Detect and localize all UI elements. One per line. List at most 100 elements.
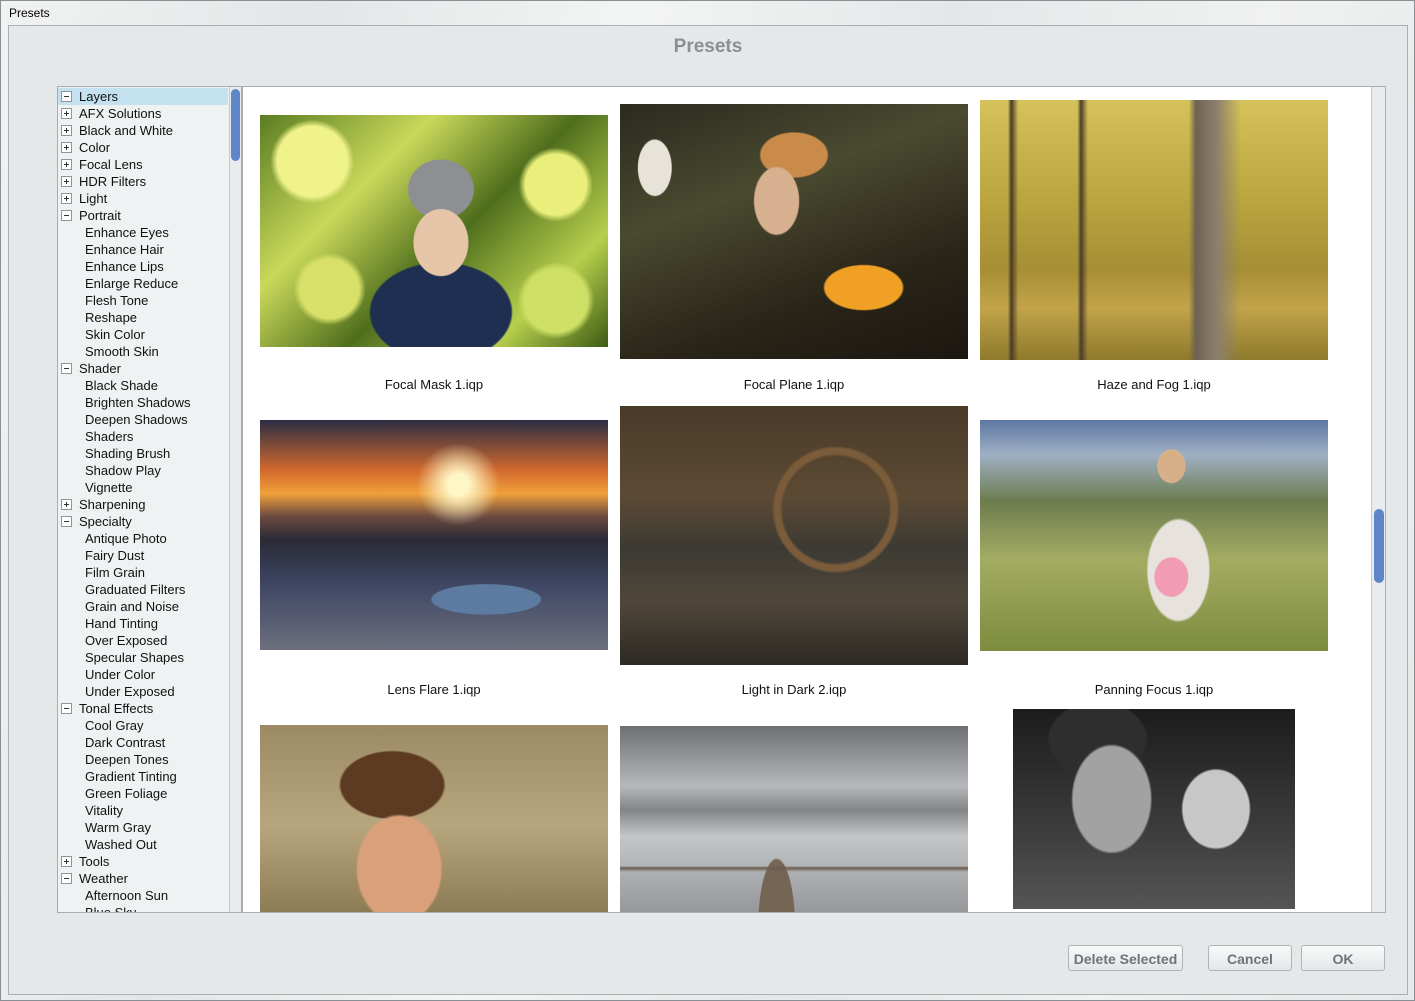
tree-item[interactable]: Black Shade (58, 377, 228, 394)
preset-thumbnail[interactable] (620, 406, 968, 665)
tree-item[interactable]: Washed Out (58, 836, 228, 853)
ok-button[interactable]: OK (1301, 945, 1385, 971)
tree-group[interactable]: Layers (58, 88, 228, 105)
tree-item[interactable]: Film Grain (58, 564, 228, 581)
tree-label: Specialty (79, 514, 132, 529)
tree-item[interactable]: Smooth Skin (58, 343, 228, 360)
tree-group[interactable]: Light (58, 190, 228, 207)
preset-gallery[interactable]: Focal Mask 1.iqp Focal Plane 1.iqp Haze an… (242, 86, 1386, 913)
tree-item[interactable]: Shading Brush (58, 445, 228, 462)
expand-toggle-icon[interactable] (61, 193, 72, 204)
tree-label: Shader (79, 361, 121, 376)
tree-group[interactable]: Shader (58, 360, 228, 377)
preset-caption: Panning Focus 1.iqp (1094, 682, 1214, 697)
tree-item[interactable]: Enhance Hair (58, 241, 228, 258)
cancel-button[interactable]: Cancel (1208, 945, 1292, 971)
tree-item[interactable]: Deepen Shadows (58, 411, 228, 428)
tree-item[interactable]: Under Exposed (58, 683, 228, 700)
tree-item[interactable]: Reshape (58, 309, 228, 326)
collapse-toggle-icon[interactable] (61, 703, 72, 714)
collapse-toggle-icon[interactable] (61, 363, 72, 374)
preset-thumbnail[interactable] (260, 115, 608, 347)
tree-item[interactable]: Over Exposed (58, 632, 228, 649)
expand-toggle-icon[interactable] (61, 856, 72, 867)
expand-toggle-icon[interactable] (61, 142, 72, 153)
preset-thumbnail[interactable] (620, 104, 968, 359)
tree-item[interactable]: Gradient Tinting (58, 768, 228, 785)
tree-label: Tonal Effects (79, 701, 154, 716)
preset-caption: Lens Flare 1.iqp (387, 682, 481, 697)
preset-thumbnail[interactable] (260, 725, 608, 912)
gallery-scrollbar[interactable] (1371, 87, 1385, 912)
expand-toggle-icon[interactable] (61, 125, 72, 136)
tree-item[interactable]: Shaders (58, 428, 228, 445)
tree-item[interactable]: Hand Tinting (58, 615, 228, 632)
tree-item[interactable]: Cool Gray (58, 717, 228, 734)
tree-item[interactable]: Shadow Play (58, 462, 228, 479)
collapse-toggle-icon[interactable] (61, 210, 72, 221)
presets-window: Presets Presets Layers AFX Solutions Black… (0, 0, 1415, 1001)
tree-item[interactable]: Vignette (58, 479, 228, 496)
tree-item[interactable]: Brighten Shadows (58, 394, 228, 411)
tree-label: Enhance Hair (85, 242, 164, 257)
tree-item[interactable]: Fairy Dust (58, 547, 228, 564)
tree-item[interactable]: Flesh Tone (58, 292, 228, 309)
tree-scrollbar-thumb[interactable] (231, 89, 240, 161)
gallery-scrollbar-thumb[interactable] (1374, 509, 1384, 583)
tree-label: Weather (79, 871, 128, 886)
preset-thumbnail[interactable] (1013, 709, 1295, 909)
tree-item[interactable]: Afternoon Sun (58, 887, 228, 904)
tree-item[interactable]: Enlarge Reduce (58, 275, 228, 292)
tree-label: Enhance Lips (85, 259, 164, 274)
tree-group[interactable]: Tonal Effects (58, 700, 228, 717)
tree-item[interactable]: Skin Color (58, 326, 228, 343)
tree-label: Vignette (85, 480, 133, 495)
preset-thumbnail[interactable] (260, 420, 608, 650)
tree-group[interactable]: Specialty (58, 513, 228, 530)
expand-toggle-icon[interactable] (61, 499, 72, 510)
tree-item[interactable]: Vitality (58, 802, 228, 819)
tree-group[interactable]: Black and White (58, 122, 228, 139)
tree-label: Color (79, 140, 111, 155)
tree-label: Under Color (85, 667, 156, 682)
tree-label: Enlarge Reduce (85, 276, 179, 291)
window-title: Presets (9, 6, 50, 20)
tree-item[interactable]: Enhance Lips (58, 258, 228, 275)
preset-thumbnail[interactable] (980, 100, 1328, 360)
tree-label: Deepen Tones (85, 752, 169, 767)
tree-group[interactable]: Tools (58, 853, 228, 870)
expand-toggle-icon[interactable] (61, 159, 72, 170)
expand-toggle-icon[interactable] (61, 176, 72, 187)
tree-item[interactable]: Antique Photo (58, 530, 228, 547)
collapse-toggle-icon[interactable] (61, 873, 72, 884)
tree-group[interactable]: Portrait (58, 207, 228, 224)
preset-category-tree[interactable]: Layers AFX Solutions Black and White Color F… (57, 86, 242, 913)
preset-thumbnail[interactable] (620, 726, 968, 912)
expand-toggle-icon[interactable] (61, 108, 72, 119)
tree-group[interactable]: AFX Solutions (58, 105, 228, 122)
tree-item[interactable]: Dark Contrast (58, 734, 228, 751)
tree-item[interactable]: Deepen Tones (58, 751, 228, 768)
tree-label: Black Shade (85, 378, 158, 393)
tree-group[interactable]: Weather (58, 870, 228, 887)
tree-label: Shaders (85, 429, 134, 444)
tree-group[interactable]: Sharpening (58, 496, 228, 513)
tree-label: Portrait (79, 208, 121, 223)
tree-group[interactable]: HDR Filters (58, 173, 228, 190)
tree-item[interactable]: Under Color (58, 666, 228, 683)
tree-item[interactable]: Warm Gray (58, 819, 228, 836)
tree-group[interactable]: Color (58, 139, 228, 156)
tree-item[interactable]: Grain and Noise (58, 598, 228, 615)
collapse-toggle-icon[interactable] (61, 91, 72, 102)
tree-item[interactable]: Blue Sky (58, 904, 228, 912)
tree-scrollbar[interactable] (229, 87, 241, 912)
tree-group[interactable]: Focal Lens (58, 156, 228, 173)
collapse-toggle-icon[interactable] (61, 516, 72, 527)
preset-thumbnail[interactable] (980, 420, 1328, 651)
delete-selected-button[interactable]: Delete Selected (1068, 945, 1183, 971)
tree-item[interactable]: Graduated Filters (58, 581, 228, 598)
tree-item[interactable]: Green Foliage (58, 785, 228, 802)
tree-label: Shadow Play (85, 463, 161, 478)
tree-item[interactable]: Specular Shapes (58, 649, 228, 666)
tree-item[interactable]: Enhance Eyes (58, 224, 228, 241)
